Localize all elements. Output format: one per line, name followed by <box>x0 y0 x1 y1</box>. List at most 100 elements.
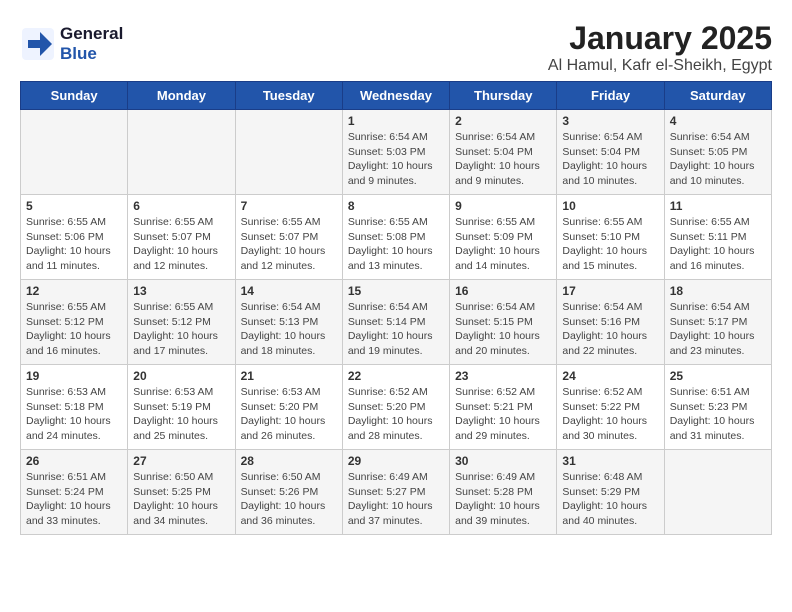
weekday-header-wednesday: Wednesday <box>342 82 449 110</box>
calendar-cell: 7 Sunrise: 6:55 AM Sunset: 5:07 PM Daylig… <box>235 195 342 280</box>
weekday-header-saturday: Saturday <box>664 82 771 110</box>
calendar-cell: 23Sunrise: 6:52 AM Sunset: 5:21 PM Dayli… <box>450 365 557 450</box>
page-header: January 2025 Al Hamul, Kafr el-Sheikh, E… <box>20 20 772 75</box>
day-number: 19 <box>26 369 122 383</box>
day-number: 30 <box>455 454 551 468</box>
day-number: 17 <box>562 284 658 298</box>
day-number: 6 <box>133 199 229 213</box>
day-info: Sunrise: 6:55 AM Sunset: 5:07 PM Dayligh… <box>241 215 337 274</box>
day-info: Sunrise: 6:52 AM Sunset: 5:20 PM Dayligh… <box>348 385 444 444</box>
day-number: 4 <box>670 114 766 128</box>
day-info: Sunrise: 6:55 AM Sunset: 5:10 PM Dayligh… <box>562 215 658 274</box>
calendar-cell: 3Sunrise: 6:54 AM Sunset: 5:04 PM Daylig… <box>557 110 664 195</box>
day-info: Sunrise: 6:50 AM Sunset: 5:25 PM Dayligh… <box>133 470 229 529</box>
day-info: Sunrise: 6:54 AM Sunset: 5:04 PM Dayligh… <box>562 130 658 189</box>
day-number: 31 <box>562 454 658 468</box>
day-info: Sunrise: 6:55 AM Sunset: 5:11 PM Dayligh… <box>670 215 766 274</box>
day-info: Sunrise: 6:55 AM Sunset: 5:07 PM Dayligh… <box>133 215 229 274</box>
day-number: 14 <box>241 284 337 298</box>
calendar-week-row: 19 Sunrise: 6:53 AM Sunset: 5:18 PM Dayli… <box>21 365 772 450</box>
day-number: 22 <box>348 369 444 383</box>
day-number: 24 <box>562 369 658 383</box>
calendar-cell: 27 Sunrise: 6:50 AM Sunset: 5:25 PM Dayli… <box>128 450 235 535</box>
calendar-cell <box>21 110 128 195</box>
calendar-cell <box>664 450 771 535</box>
calendar-cell: 26Sunrise: 6:51 AM Sunset: 5:24 PM Dayli… <box>21 450 128 535</box>
weekday-header-row: SundayMondayTuesdayWednesdayThursdayFrid… <box>21 82 772 110</box>
day-number: 8 <box>348 199 444 213</box>
day-number: 28 <box>241 454 337 468</box>
calendar-week-row: 12 Sunrise: 6:55 AM Sunset: 5:12 PM Dayli… <box>21 280 772 365</box>
calendar-cell: 1 Sunrise: 6:54 AM Sunset: 5:03 PM Daylig… <box>342 110 449 195</box>
weekday-header-tuesday: Tuesday <box>235 82 342 110</box>
calendar-cell: 4 Sunrise: 6:54 AM Sunset: 5:05 PM Daylig… <box>664 110 771 195</box>
day-info: Sunrise: 6:49 AM Sunset: 5:27 PM Dayligh… <box>348 470 444 529</box>
calendar-cell: 13Sunrise: 6:55 AM Sunset: 5:12 PM Dayli… <box>128 280 235 365</box>
day-number: 20 <box>133 369 229 383</box>
weekday-header-sunday: Sunday <box>21 82 128 110</box>
calendar-cell: 19 Sunrise: 6:53 AM Sunset: 5:18 PM Dayli… <box>21 365 128 450</box>
day-info: Sunrise: 6:54 AM Sunset: 5:13 PM Dayligh… <box>241 300 337 359</box>
day-number: 27 <box>133 454 229 468</box>
weekday-header-monday: Monday <box>128 82 235 110</box>
calendar-cell: 28Sunrise: 6:50 AM Sunset: 5:26 PM Dayli… <box>235 450 342 535</box>
calendar-table: SundayMondayTuesdayWednesdayThursdayFrid… <box>20 81 772 535</box>
day-info: Sunrise: 6:53 AM Sunset: 5:19 PM Dayligh… <box>133 385 229 444</box>
day-info: Sunrise: 6:54 AM Sunset: 5:15 PM Dayligh… <box>455 300 551 359</box>
page-subtitle: Al Hamul, Kafr el-Sheikh, Egypt <box>20 57 772 75</box>
day-number: 29 <box>348 454 444 468</box>
day-info: Sunrise: 6:51 AM Sunset: 5:23 PM Dayligh… <box>670 385 766 444</box>
calendar-cell: 14 Sunrise: 6:54 AM Sunset: 5:13 PM Dayli… <box>235 280 342 365</box>
calendar-cell: 18 Sunrise: 6:54 AM Sunset: 5:17 PM Dayli… <box>664 280 771 365</box>
day-number: 1 <box>348 114 444 128</box>
day-number: 5 <box>26 199 122 213</box>
day-info: Sunrise: 6:54 AM Sunset: 5:05 PM Dayligh… <box>670 130 766 189</box>
day-number: 16 <box>455 284 551 298</box>
weekday-header-thursday: Thursday <box>450 82 557 110</box>
day-info: Sunrise: 6:49 AM Sunset: 5:28 PM Dayligh… <box>455 470 551 529</box>
calendar-cell: 12 Sunrise: 6:55 AM Sunset: 5:12 PM Dayli… <box>21 280 128 365</box>
calendar-week-row: 5Sunrise: 6:55 AM Sunset: 5:06 PM Daylig… <box>21 195 772 280</box>
day-info: Sunrise: 6:52 AM Sunset: 5:22 PM Dayligh… <box>562 385 658 444</box>
day-info: Sunrise: 6:53 AM Sunset: 5:20 PM Dayligh… <box>241 385 337 444</box>
day-info: Sunrise: 6:52 AM Sunset: 5:21 PM Dayligh… <box>455 385 551 444</box>
day-number: 13 <box>133 284 229 298</box>
calendar-cell: 16 Sunrise: 6:54 AM Sunset: 5:15 PM Dayli… <box>450 280 557 365</box>
day-info: Sunrise: 6:55 AM Sunset: 5:09 PM Dayligh… <box>455 215 551 274</box>
day-info: Sunrise: 6:54 AM Sunset: 5:17 PM Dayligh… <box>670 300 766 359</box>
logo-blue: Blue <box>60 44 97 63</box>
day-info: Sunrise: 6:48 AM Sunset: 5:29 PM Dayligh… <box>562 470 658 529</box>
day-info: Sunrise: 6:51 AM Sunset: 5:24 PM Dayligh… <box>26 470 122 529</box>
weekday-header-friday: Friday <box>557 82 664 110</box>
calendar-week-row: 1 Sunrise: 6:54 AM Sunset: 5:03 PM Daylig… <box>21 110 772 195</box>
calendar-cell: 6 Sunrise: 6:55 AM Sunset: 5:07 PM Daylig… <box>128 195 235 280</box>
day-number: 7 <box>241 199 337 213</box>
calendar-cell: 9Sunrise: 6:55 AM Sunset: 5:09 PM Daylig… <box>450 195 557 280</box>
calendar-cell: 10 Sunrise: 6:55 AM Sunset: 5:10 PM Dayli… <box>557 195 664 280</box>
day-info: Sunrise: 6:53 AM Sunset: 5:18 PM Dayligh… <box>26 385 122 444</box>
day-number: 18 <box>670 284 766 298</box>
day-number: 11 <box>670 199 766 213</box>
day-info: Sunrise: 6:55 AM Sunset: 5:12 PM Dayligh… <box>26 300 122 359</box>
day-info: Sunrise: 6:54 AM Sunset: 5:04 PM Dayligh… <box>455 130 551 189</box>
calendar-cell: 2Sunrise: 6:54 AM Sunset: 5:04 PM Daylig… <box>450 110 557 195</box>
calendar-cell: 31 Sunrise: 6:48 AM Sunset: 5:29 PM Dayli… <box>557 450 664 535</box>
calendar-cell: 30 Sunrise: 6:49 AM Sunset: 5:28 PM Dayli… <box>450 450 557 535</box>
day-number: 25 <box>670 369 766 383</box>
day-info: Sunrise: 6:55 AM Sunset: 5:08 PM Dayligh… <box>348 215 444 274</box>
calendar-cell <box>128 110 235 195</box>
day-number: 12 <box>26 284 122 298</box>
calendar-cell: 11 Sunrise: 6:55 AM Sunset: 5:11 PM Dayli… <box>664 195 771 280</box>
logo-general: General <box>60 24 123 43</box>
calendar-cell <box>235 110 342 195</box>
day-info: Sunrise: 6:54 AM Sunset: 5:14 PM Dayligh… <box>348 300 444 359</box>
logo-icon <box>20 26 56 62</box>
calendar-cell: 21Sunrise: 6:53 AM Sunset: 5:20 PM Dayli… <box>235 365 342 450</box>
page-title: January 2025 <box>20 20 772 57</box>
calendar-cell: 17 Sunrise: 6:54 AM Sunset: 5:16 PM Dayli… <box>557 280 664 365</box>
calendar-cell: 25 Sunrise: 6:51 AM Sunset: 5:23 PM Dayli… <box>664 365 771 450</box>
day-number: 10 <box>562 199 658 213</box>
day-info: Sunrise: 6:54 AM Sunset: 5:03 PM Dayligh… <box>348 130 444 189</box>
day-info: Sunrise: 6:54 AM Sunset: 5:16 PM Dayligh… <box>562 300 658 359</box>
calendar-cell: 5Sunrise: 6:55 AM Sunset: 5:06 PM Daylig… <box>21 195 128 280</box>
